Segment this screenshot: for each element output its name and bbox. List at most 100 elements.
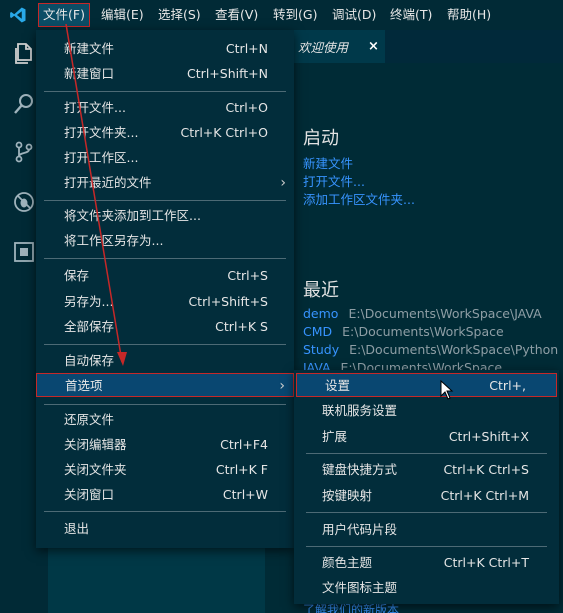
menu-help[interactable]: 帮助(H) (443, 3, 495, 27)
recent-heading: 最近 (303, 280, 339, 301)
menu-item-label: 联机服务设置 (322, 403, 398, 418)
extensions-icon[interactable] (12, 240, 36, 264)
file-menu: 新建文件 Ctrl+N 新建窗口 Ctrl+Shift+N 打开文件... Ctrl+… (36, 30, 294, 548)
menu-item-label: 关闭窗口 (64, 487, 115, 502)
menu-separator (44, 258, 286, 259)
menu-item-add-folder-to-workspace[interactable]: 将文件夹添加到工作区... (36, 204, 294, 228)
recent-item[interactable]: CMD E:\Documents\WorkSpace (303, 324, 504, 339)
chevron-right-icon: › (279, 378, 285, 394)
menu-item-label: 扩展 (322, 429, 348, 444)
menu-item-settings[interactable]: 设置 Ctrl+, (296, 373, 557, 397)
menu-item-label: 用户代码片段 (322, 522, 398, 537)
menu-go[interactable]: 转到(G) (269, 3, 321, 27)
menu-separator (44, 511, 286, 512)
close-icon[interactable]: × (368, 39, 379, 54)
menu-item-label: 新建文件 (64, 41, 115, 56)
menu-item-exit[interactable]: 退出 (36, 517, 294, 541)
source-control-icon[interactable] (12, 140, 36, 164)
menu-item-label: 打开最近的文件 (64, 175, 152, 190)
menu-item-preferences[interactable]: 首选项 › (36, 373, 294, 397)
menu-item-label: 按键映射 (322, 488, 373, 503)
menu-item-extensions[interactable]: 扩展 Ctrl+Shift+X (294, 425, 559, 449)
recent-item-name[interactable]: CMD (303, 324, 332, 339)
menu-item-open-file[interactable]: 打开文件... Ctrl+O (36, 96, 294, 120)
clipped-link[interactable]: 了解我们的新版本 (303, 604, 399, 613)
menu-item-save-as[interactable]: 另存为... Ctrl+Shift+S (36, 290, 294, 314)
menu-item-shortcut: Ctrl+Shift+X (448, 429, 529, 444)
menu-item-close-editor[interactable]: 关闭编辑器 Ctrl+F4 (36, 433, 294, 457)
menu-item-shortcut: Ctrl+K Ctrl+S (443, 462, 529, 477)
menu-item-open-workspace[interactable]: 打开工作区... (36, 146, 294, 170)
menu-item-label: 文件图标主题 (322, 580, 398, 595)
menu-item-save-all[interactable]: 全部保存 Ctrl+K S (36, 315, 294, 339)
menu-item-label: 设置 (325, 378, 351, 393)
debug-icon[interactable] (12, 190, 36, 214)
menu-selection[interactable]: 选择(S) (154, 3, 205, 27)
start-heading: 启动 (303, 128, 339, 149)
menu-item-online-services-settings[interactable]: 联机服务设置 (294, 399, 559, 423)
preferences-submenu: 设置 Ctrl+, 联机服务设置 扩展 Ctrl+Shift+X 键盘快捷方式 Ctr… (294, 370, 559, 604)
start-link-add-folder[interactable]: 添加工作区文件夹... (303, 189, 415, 208)
menu-item-shortcut: Ctrl+K Ctrl+O (180, 125, 268, 140)
menu-item-close-window[interactable]: 关闭窗口 Ctrl+W (36, 483, 294, 507)
start-link-open-file[interactable]: 打开文件... (303, 171, 365, 190)
menu-item-keymaps[interactable]: 按键映射 Ctrl+K Ctrl+M (294, 484, 559, 508)
menu-item-label: 将文件夹添加到工作区... (64, 208, 201, 223)
menu-terminal[interactable]: 终端(T) (386, 3, 436, 27)
menu-item-color-theme[interactable]: 颜色主题 Ctrl+K Ctrl+T (294, 551, 559, 575)
explorer-icon[interactable] (12, 42, 36, 66)
recent-item-path: E:\Documents\WorkSpace\JAVA (348, 306, 542, 321)
menu-item-label: 打开工作区... (64, 150, 139, 165)
menu-item-label: 颜色主题 (322, 555, 373, 570)
vscode-logo-icon (10, 7, 26, 23)
menu-item-shortcut: Ctrl+O (225, 100, 268, 115)
menu-item-shortcut: Ctrl+W (222, 487, 268, 502)
menu-item-label: 打开文件... (64, 100, 126, 115)
menu-item-label: 另存为... (64, 294, 114, 309)
recent-item-name[interactable]: Study (303, 342, 339, 357)
menu-item-save[interactable]: 保存 Ctrl+S (36, 264, 294, 288)
menu-item-shortcut: Ctrl+Shift+N (187, 66, 268, 81)
menu-item-save-workspace-as[interactable]: 将工作区另存为... (36, 229, 294, 253)
menu-debug[interactable]: 调试(D) (328, 3, 380, 27)
menu-separator (44, 91, 286, 92)
search-icon[interactable] (12, 92, 36, 116)
tab-welcome[interactable]: 欢迎使用 × (278, 30, 385, 63)
menu-edit[interactable]: 编辑(E) (97, 3, 148, 27)
recent-item-path: E:\Documents\WorkSpace (342, 324, 504, 339)
menu-separator (306, 512, 547, 513)
menu-item-label: 键盘快捷方式 (322, 462, 398, 477)
menu-item-label: 新建窗口 (64, 66, 115, 81)
menu-view[interactable]: 查看(V) (211, 3, 262, 27)
menu-item-open-folder[interactable]: 打开文件夹... Ctrl+K Ctrl+O (36, 121, 294, 145)
menu-item-shortcut: Ctrl+N (225, 41, 268, 56)
menu-item-auto-save[interactable]: 自动保存 (36, 349, 294, 373)
menu-separator (44, 404, 286, 405)
menu-item-shortcut: Ctrl+, (489, 378, 526, 393)
menu-item-shortcut: Ctrl+Shift+S (188, 294, 268, 309)
recent-item-path: E:\Documents\WorkSpace\Python (349, 342, 559, 357)
menu-item-close-folder[interactable]: 关闭文件夹 Ctrl+K F (36, 458, 294, 482)
recent-item[interactable]: demo E:\Documents\WorkSpace\JAVA (303, 306, 542, 321)
menu-item-label: 自动保存 (64, 353, 115, 368)
menu-file[interactable]: 文件(F) (38, 3, 90, 27)
menu-item-label: 全部保存 (64, 319, 115, 334)
recent-item[interactable]: Study E:\Documents\WorkSpace\Python (303, 342, 558, 357)
start-link-new-file[interactable]: 新建文件 (303, 153, 353, 172)
chevron-right-icon: › (280, 175, 286, 191)
menu-item-new-file[interactable]: 新建文件 Ctrl+N (36, 37, 294, 61)
menu-item-revert-file[interactable]: 还原文件 (36, 408, 294, 432)
menu-item-keyboard-shortcuts[interactable]: 键盘快捷方式 Ctrl+K Ctrl+S (294, 458, 559, 482)
menu-item-shortcut: Ctrl+S (227, 268, 268, 283)
menu-item-user-snippets[interactable]: 用户代码片段 (294, 518, 559, 542)
menu-item-open-recent[interactable]: 打开最近的文件 › (36, 171, 294, 195)
tab-label: 欢迎使用 (298, 40, 349, 55)
menu-item-shortcut: Ctrl+K Ctrl+M (440, 488, 529, 503)
recent-item-name[interactable]: demo (303, 306, 338, 321)
menu-item-file-icon-theme[interactable]: 文件图标主题 (294, 576, 559, 600)
menu-item-label: 关闭编辑器 (64, 437, 127, 452)
menu-item-label: 首选项 (65, 378, 103, 393)
menu-item-label: 关闭文件夹 (64, 462, 127, 477)
menu-item-label: 退出 (64, 521, 90, 536)
menu-item-new-window[interactable]: 新建窗口 Ctrl+Shift+N (36, 62, 294, 86)
